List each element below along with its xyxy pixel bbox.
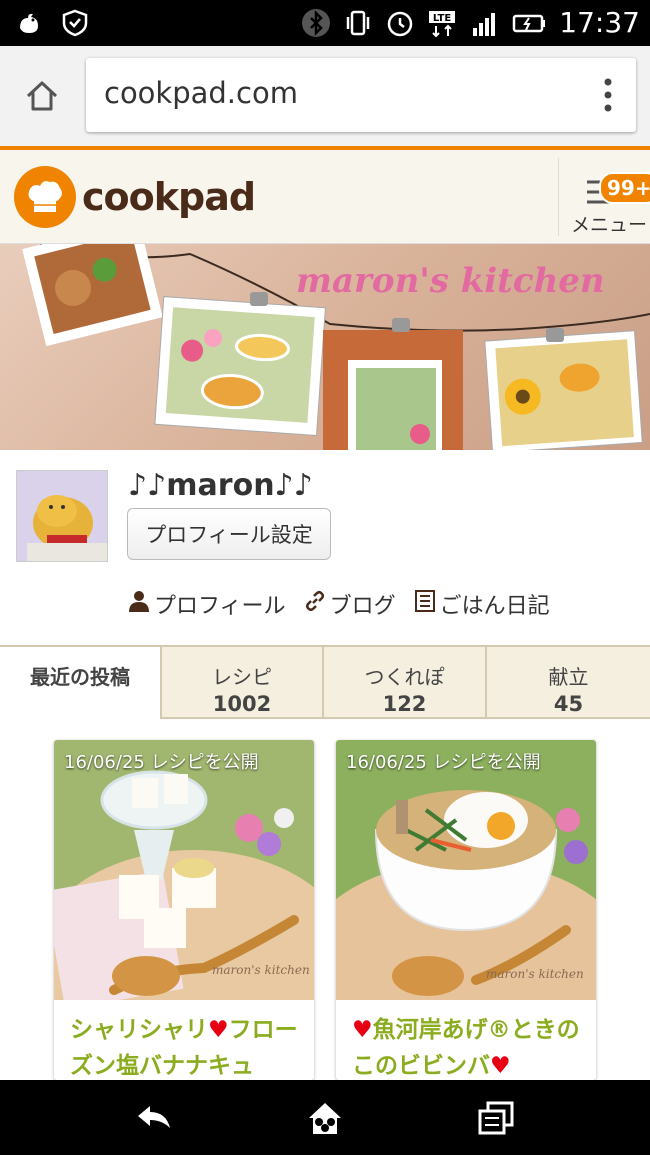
- shield-icon: [60, 8, 90, 38]
- recipe-cards: maron's kitchen 16/06/25 レシピを公開 シャリシャリ♥フ…: [0, 740, 650, 1080]
- overflow-menu-icon[interactable]: [604, 78, 612, 112]
- recipe-photo[interactable]: maron's kitchen 16/06/25 レシピを公開: [336, 740, 596, 1080]
- person-icon: [128, 590, 150, 618]
- lte-icon: LTE: [427, 8, 457, 38]
- tab-label: つくれぽ: [364, 665, 445, 689]
- svg-text:LTE: LTE: [433, 13, 452, 24]
- profile-tabs: 最近の投稿 レシピ 1002 つくれぽ 122 献立 45: [0, 645, 650, 719]
- avatar[interactable]: [16, 470, 108, 562]
- banner-title: maron's kitchen: [296, 261, 605, 301]
- tab-label: 最近の投稿: [30, 665, 130, 689]
- banner-photo-2: [154, 296, 326, 437]
- recipe-title[interactable]: シャリシャリ♥フローズン塩バナナキュ: [70, 1012, 304, 1080]
- profile-name: ♪♪maron♪♪: [128, 468, 313, 503]
- url-text[interactable]: cookpad.com: [104, 76, 298, 110]
- recipe-title[interactable]: ♥魚河岸あげ®ときのこのビビンバ♥: [352, 1012, 586, 1080]
- status-bar: LTE 17:37: [0, 0, 650, 46]
- profile-link[interactable]: プロフィール: [128, 588, 286, 620]
- url-bar[interactable]: cookpad.com: [86, 58, 636, 132]
- profile-settings-button[interactable]: プロフィール設定: [127, 508, 331, 560]
- recipe-card[interactable]: maron's kitchen 16/06/25 レシピを公開 ♥魚河岸あげ®と…: [336, 740, 596, 1080]
- tab-count: 1002: [212, 692, 272, 716]
- cookpad-logo[interactable]: cookpad: [14, 166, 256, 228]
- site-header: cookpad 99+ メニュー: [0, 150, 650, 244]
- profile-links: プロフィール ブログ ごはん日記: [128, 588, 550, 620]
- heart-icon: ♥: [490, 1053, 511, 1079]
- clock-time: 17:37: [559, 6, 640, 39]
- recent-apps-icon[interactable]: [476, 1098, 516, 1138]
- recipe-title-part: シャリシャリ: [70, 1017, 208, 1043]
- banner-photo-3: [323, 330, 463, 450]
- home-nav-icon[interactable]: [305, 1098, 345, 1138]
- rooster-icon: [14, 8, 44, 38]
- tab-label: レシピ: [212, 665, 272, 689]
- recipe-date: 16/06/25 レシピを公開: [64, 752, 259, 773]
- recipe-watermark: maron's kitchen: [486, 967, 584, 981]
- banner-photo-1: [22, 244, 163, 347]
- recipe-title-part: 魚河岸あげ®ときのこのビビンバ: [352, 1017, 580, 1079]
- menu-button[interactable]: 99+ メニュー: [558, 158, 650, 236]
- recipe-card[interactable]: maron's kitchen 16/06/25 レシピを公開 シャリシャリ♥フ…: [54, 740, 314, 1080]
- tab-kondate[interactable]: 献立 45: [487, 647, 650, 719]
- diary-link-label: ごはん日記: [439, 594, 550, 619]
- recipe-photo[interactable]: maron's kitchen 16/06/25 レシピを公開: [54, 740, 314, 1070]
- tab-tsukurepo[interactable]: つくれぽ 122: [324, 647, 487, 719]
- profile-section: ♪♪maron♪♪ プロフィール設定 プロフィール ブログ ごはん日記: [0, 450, 650, 645]
- battery-icon: [511, 8, 547, 38]
- chef-hat-icon: [14, 166, 76, 228]
- heart-icon: ♥: [208, 1017, 229, 1043]
- vibrate-icon: [343, 8, 373, 38]
- logo-text: cookpad: [82, 175, 256, 219]
- diary-link[interactable]: ごはん日記: [414, 588, 550, 620]
- tab-label: 献立: [548, 665, 589, 689]
- tab-recent[interactable]: 最近の投稿: [0, 647, 162, 719]
- bluetooth-icon: [301, 8, 331, 38]
- tab-recipes[interactable]: レシピ 1002: [162, 647, 324, 719]
- recipe-watermark: maron's kitchen: [212, 963, 310, 977]
- tab-count: 45: [553, 692, 584, 716]
- tab-count: 122: [382, 692, 427, 716]
- recipe-date: 16/06/25 レシピを公開: [346, 752, 541, 773]
- heart-icon: ♥: [352, 1017, 373, 1043]
- back-icon[interactable]: [134, 1098, 174, 1138]
- blog-link-label: ブログ: [329, 594, 396, 619]
- notification-badge: 99+: [599, 172, 650, 204]
- menu-label: メニュー: [571, 214, 648, 236]
- system-nav-bar: [0, 1080, 650, 1155]
- home-icon[interactable]: [22, 76, 62, 116]
- banner-photo-4: [484, 330, 643, 450]
- blog-link[interactable]: ブログ: [304, 588, 396, 620]
- alarm-icon: [385, 8, 415, 38]
- link-icon: [304, 590, 326, 618]
- browser-toolbar: cookpad.com: [0, 46, 650, 150]
- signal-icon: [469, 8, 499, 38]
- diary-icon: [414, 590, 436, 618]
- kitchen-banner: maron's kitchen: [0, 244, 650, 450]
- profile-link-label: プロフィール: [154, 594, 286, 619]
